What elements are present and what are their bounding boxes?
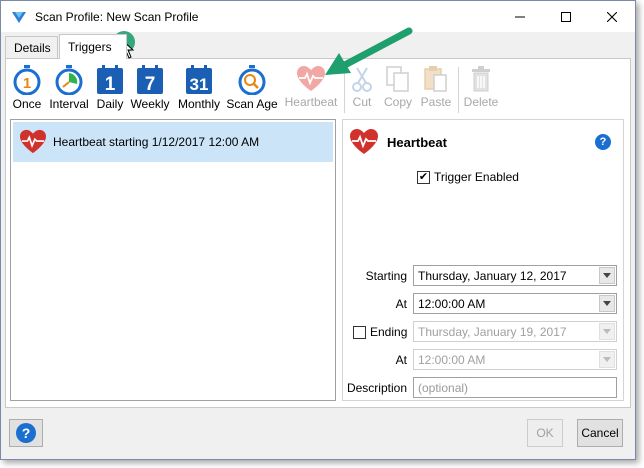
- checkbox-unchecked-icon: [353, 325, 366, 339]
- trigger-enabled-checkbox[interactable]: ✔ Trigger Enabled: [417, 170, 519, 184]
- heart-icon: [20, 129, 46, 154]
- stopwatch-once-icon: 1: [13, 65, 41, 95]
- starting-date-select[interactable]: Thursday, January 12, 2017: [413, 265, 617, 286]
- tab-label: Details: [14, 40, 51, 55]
- close-button[interactable]: [589, 1, 635, 32]
- interval-button[interactable]: Interval: [46, 63, 92, 115]
- tab-details[interactable]: Details: [5, 36, 58, 58]
- delete-button[interactable]: Delete: [462, 63, 500, 115]
- weekly-button[interactable]: 7 Weekly: [128, 63, 172, 115]
- weekly-label: Weekly: [130, 97, 170, 111]
- toolbar: 1 Once Interval 1 Daily 7 Weekly 31 Mont…: [8, 61, 628, 117]
- details-header: Heartbeat: [349, 128, 447, 156]
- copy-label: Copy: [383, 95, 412, 109]
- paste-button[interactable]: Paste: [418, 63, 454, 115]
- once-label: Once: [12, 97, 42, 111]
- delete-label: Delete: [463, 95, 499, 109]
- app-icon: [12, 11, 26, 23]
- cut-label: Cut: [352, 95, 372, 109]
- interval-label: Interval: [49, 97, 89, 111]
- ending-checkbox[interactable]: Ending: [353, 325, 407, 339]
- maximize-icon: [561, 11, 571, 22]
- tab-label: Triggers: [68, 40, 112, 54]
- at-label: At: [395, 353, 407, 367]
- calendar-weekly-icon: 7: [137, 65, 163, 95]
- start-time-select[interactable]: 12:00:00 AM: [413, 293, 617, 314]
- chevron-down-icon: [599, 351, 615, 368]
- chevron-down-icon: [599, 295, 615, 312]
- at-label: At: [395, 297, 407, 311]
- monthly-number: 31: [190, 75, 209, 94]
- daily-label: Daily: [96, 97, 124, 111]
- help-icon[interactable]: ?: [595, 134, 611, 150]
- maximize-button[interactable]: [543, 1, 589, 32]
- trigger-list[interactable]: Heartbeat starting 1/12/2017 12:00 AM: [10, 119, 336, 401]
- details-title: Heartbeat: [387, 134, 447, 150]
- description-label: Description: [346, 381, 407, 395]
- toolbar-separator: [458, 67, 459, 113]
- ending-date-value: Thursday, January 19, 2017: [418, 324, 567, 339]
- paste-label: Paste: [420, 95, 452, 109]
- ok-button[interactable]: OK: [527, 419, 563, 447]
- stopwatch-search-icon: [238, 65, 266, 95]
- tab-strip: Details Triggers: [5, 34, 631, 59]
- daily-button[interactable]: 1 Daily: [92, 63, 128, 115]
- help-icon: ?: [16, 423, 36, 443]
- starting-label: Starting: [365, 269, 407, 283]
- ending-label: Ending: [370, 325, 408, 339]
- minimize-icon: [515, 16, 525, 17]
- end-time-select[interactable]: 12:00:00 AM: [413, 349, 617, 370]
- starting-date-value: Thursday, January 12, 2017: [418, 268, 567, 283]
- heartbeat-label: Heartbeat: [284, 95, 338, 109]
- calendar-monthly-icon: 31: [186, 65, 212, 94]
- minimize-button[interactable]: [497, 1, 543, 32]
- chevron-down-icon: [599, 267, 615, 284]
- daily-number: 1: [105, 74, 116, 95]
- svg-text:1: 1: [23, 75, 31, 92]
- tab-triggers[interactable]: Triggers: [59, 34, 127, 59]
- monthly-button[interactable]: 31 Monthly: [174, 63, 224, 115]
- heart-icon: [350, 129, 378, 154]
- list-item[interactable]: Heartbeat starting 1/12/2017 12:00 AM: [13, 122, 333, 162]
- end-time-value: 12:00:00 AM: [418, 352, 486, 367]
- start-time-value: 12:00:00 AM: [418, 296, 486, 311]
- monthly-label: Monthly: [177, 97, 221, 111]
- description-input[interactable]: (optional): [413, 377, 617, 398]
- window-title: Scan Profile: New Scan Profile: [35, 9, 199, 24]
- stopwatch-interval-icon: [55, 65, 83, 95]
- trigger-details: Heartbeat ? ✔ Trigger Enabled Starting T…: [342, 119, 624, 401]
- list-item-label: Heartbeat starting 1/12/2017 12:00 AM: [53, 135, 260, 149]
- description-placeholder: (optional): [418, 380, 469, 395]
- triggers-panel: 1 Once Interval 1 Daily 7 Weekly 31 Mont…: [5, 58, 631, 408]
- calendar-daily-icon: 1: [97, 65, 123, 95]
- trash-icon: [472, 66, 490, 92]
- chevron-down-icon: [599, 323, 615, 340]
- scan-age-label: Scan Age: [226, 97, 278, 111]
- trigger-enabled-label: Trigger Enabled: [434, 170, 519, 184]
- once-button[interactable]: 1 Once: [8, 63, 46, 115]
- weekly-number: 7: [145, 74, 156, 95]
- scan-profile-window: Scan Profile: New Scan Profile Details T…: [0, 0, 636, 460]
- help-button[interactable]: ?: [9, 419, 43, 447]
- checkbox-checked-icon: ✔: [417, 170, 430, 184]
- cancel-button[interactable]: Cancel: [577, 419, 623, 447]
- paste-icon: [424, 66, 447, 92]
- ending-date-select[interactable]: Thursday, January 19, 2017: [413, 321, 617, 342]
- title-bar: Scan Profile: New Scan Profile: [1, 1, 635, 32]
- close-icon: [607, 11, 617, 22]
- scan-age-button[interactable]: Scan Age: [224, 63, 280, 115]
- callout-arrow-icon: [325, 27, 413, 75]
